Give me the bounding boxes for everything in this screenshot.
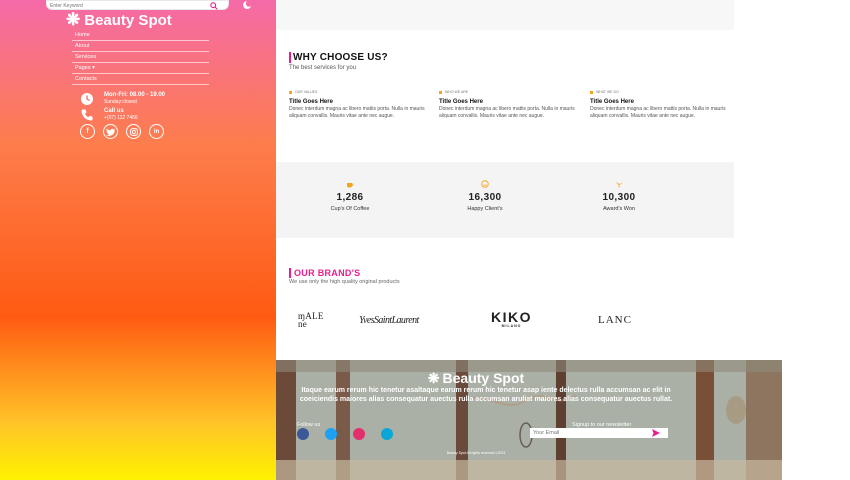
feature-text: Donec interdum magna ac libero mattis po… [439,106,575,119]
stat-awards: 10,300 Award's Won [559,180,679,212]
feature-category-label: WHO WE ARE [445,90,469,94]
category-dot [289,90,292,94]
stat-number: 1,286 [336,192,364,203]
footer: ❋ Beauty Spot Itaque earum rerum hic tene… [276,360,782,480]
footer-brand-name: Beauty Spot [442,370,525,386]
search-input[interactable] [50,1,200,10]
copyright: Beauty Spot All rights reserved | 2023 [446,451,506,455]
smile-icon [481,180,489,188]
title-accent-bar [289,268,291,278]
facebook-icon[interactable] [297,428,309,440]
feature-category: WHO WE ARE [439,90,589,94]
footer-description: Itaque earum rerum hic tenetur asaltaque… [299,387,673,403]
brands-subtitle: We use only the high quality original pr… [289,279,400,285]
brands-title-row: OUR BRAND'S [289,268,400,278]
brand-logo-lancome[interactable]: LANC [598,314,632,326]
nav-item-pages[interactable]: Pages ▾ [72,63,209,74]
phone-icon [81,109,93,121]
stat-number: 10,300 [602,192,636,203]
feature-title[interactable]: Title Goes Here [439,99,589,105]
moon-icon[interactable] [240,0,252,10]
page: { "sidebar": { "search_placeholder": "En… [0,0,850,480]
why-title-row: WHY CHOOSE US? [289,52,388,63]
feature-category: WHAT WE DO [590,90,740,94]
call-label: Call us [104,108,124,114]
title-accent-bar [289,52,291,63]
feature-card: WHAT WE DO Title Goes Here Donec interdu… [590,90,740,119]
send-icon[interactable] [652,429,660,437]
search-box [46,0,229,10]
category-dot [439,90,442,94]
trophy-icon [616,181,623,188]
skype-icon[interactable] [381,428,393,440]
feature-category: OUR VALUES [289,90,439,94]
stat-label: Happy Client's [467,206,503,212]
sidebar-socials: f in [80,124,172,139]
stat-clients: 16,300 Happy Client's [425,180,545,212]
brands-header: OUR BRAND'S We use only the high quality… [289,268,400,285]
stat-coffee: 1,286 Cup's Of Coffee [290,180,410,212]
logo-text: YvesSaintLaurent [359,315,419,326]
instagram-icon[interactable] [353,428,365,440]
footer-socials [297,428,409,440]
stats-section: 1,286 Cup's Of Coffee 16,300 Happy Clien… [276,162,734,238]
brand-logo-lancome-partial[interactable]: ɱALE ne [298,311,338,329]
twitter-icon[interactable] [325,428,337,440]
feature-text: Donec interdum magna ac libero mattis po… [590,106,726,119]
category-dot [590,90,593,94]
sidebar-nav: Home About Services Pages ▾ Contacts [72,30,209,85]
newsletter-email-input[interactable] [530,428,668,438]
hero-bottom [276,0,734,30]
hours-weekdays: Mon-Fri: 08.00 - 19.00 [104,92,166,98]
nav-item-contacts[interactable]: Contacts [72,74,209,85]
sidebar: ❋ Beauty Spot Home About Services Pages … [0,0,276,480]
logo-text: KIKO [491,309,532,325]
clock-icon [81,93,93,105]
feature-card: WHO WE ARE Title Goes Here Donec interdu… [439,90,589,119]
brand-logo-kiko[interactable]: KIKO MILANO [491,309,532,328]
facebook-icon[interactable]: f [80,124,95,139]
logo-text: LANC [598,314,632,326]
stat-label: Cup's Of Coffee [330,206,370,212]
linkedin-icon[interactable]: in [149,124,164,139]
feature-category-label: WHAT WE DO [596,90,619,94]
feature-title[interactable]: Title Goes Here [289,99,439,105]
nav-item-home[interactable]: Home [72,30,209,41]
coffee-icon [347,183,354,188]
sidebar-brand[interactable]: ❋ Beauty Spot [66,10,172,30]
nav-item-about[interactable]: About [72,41,209,52]
why-choose-us-header: WHY CHOOSE US? The best services for you [289,52,388,71]
feature-card: OUR VALUES Title Goes Here Donec interdu… [289,90,439,119]
nav-item-services[interactable]: Services [72,52,209,63]
feature-category-label: OUR VALUES [295,90,318,94]
instagram-icon[interactable] [126,124,141,139]
brands-title: OUR BRAND'S [294,268,361,278]
call-number[interactable]: +(07) 112 7466 [104,115,138,121]
why-subtitle: The best services for you [289,65,357,71]
search-icon[interactable] [210,2,218,10]
hours-sunday: Sunday:closed [104,99,137,105]
logo-text: ɱALE ne [298,311,324,329]
twitter-icon[interactable] [103,124,118,139]
feature-text: Donec interdum magna ac libero mattis po… [289,106,425,119]
call-us: Call us +(07) 112 7466 [80,108,138,122]
stat-label: Award's Won [602,206,636,212]
footer-brand[interactable]: ❋ Beauty Spot [276,370,676,387]
stat-number: 16,300 [468,192,502,203]
feature-title[interactable]: Title Goes Here [590,99,740,105]
brand-star-icon: ❋ [427,370,440,386]
brand-name: Beauty Spot [84,11,172,29]
opening-hours: Mon-Fri: 08.00 - 19.00 Sunday:closed [80,92,165,106]
brand-logo-ysl[interactable]: YvesSaintLaurent [359,315,419,326]
why-title: WHY CHOOSE US? [293,52,388,63]
brand-star-icon: ❋ [66,10,81,29]
